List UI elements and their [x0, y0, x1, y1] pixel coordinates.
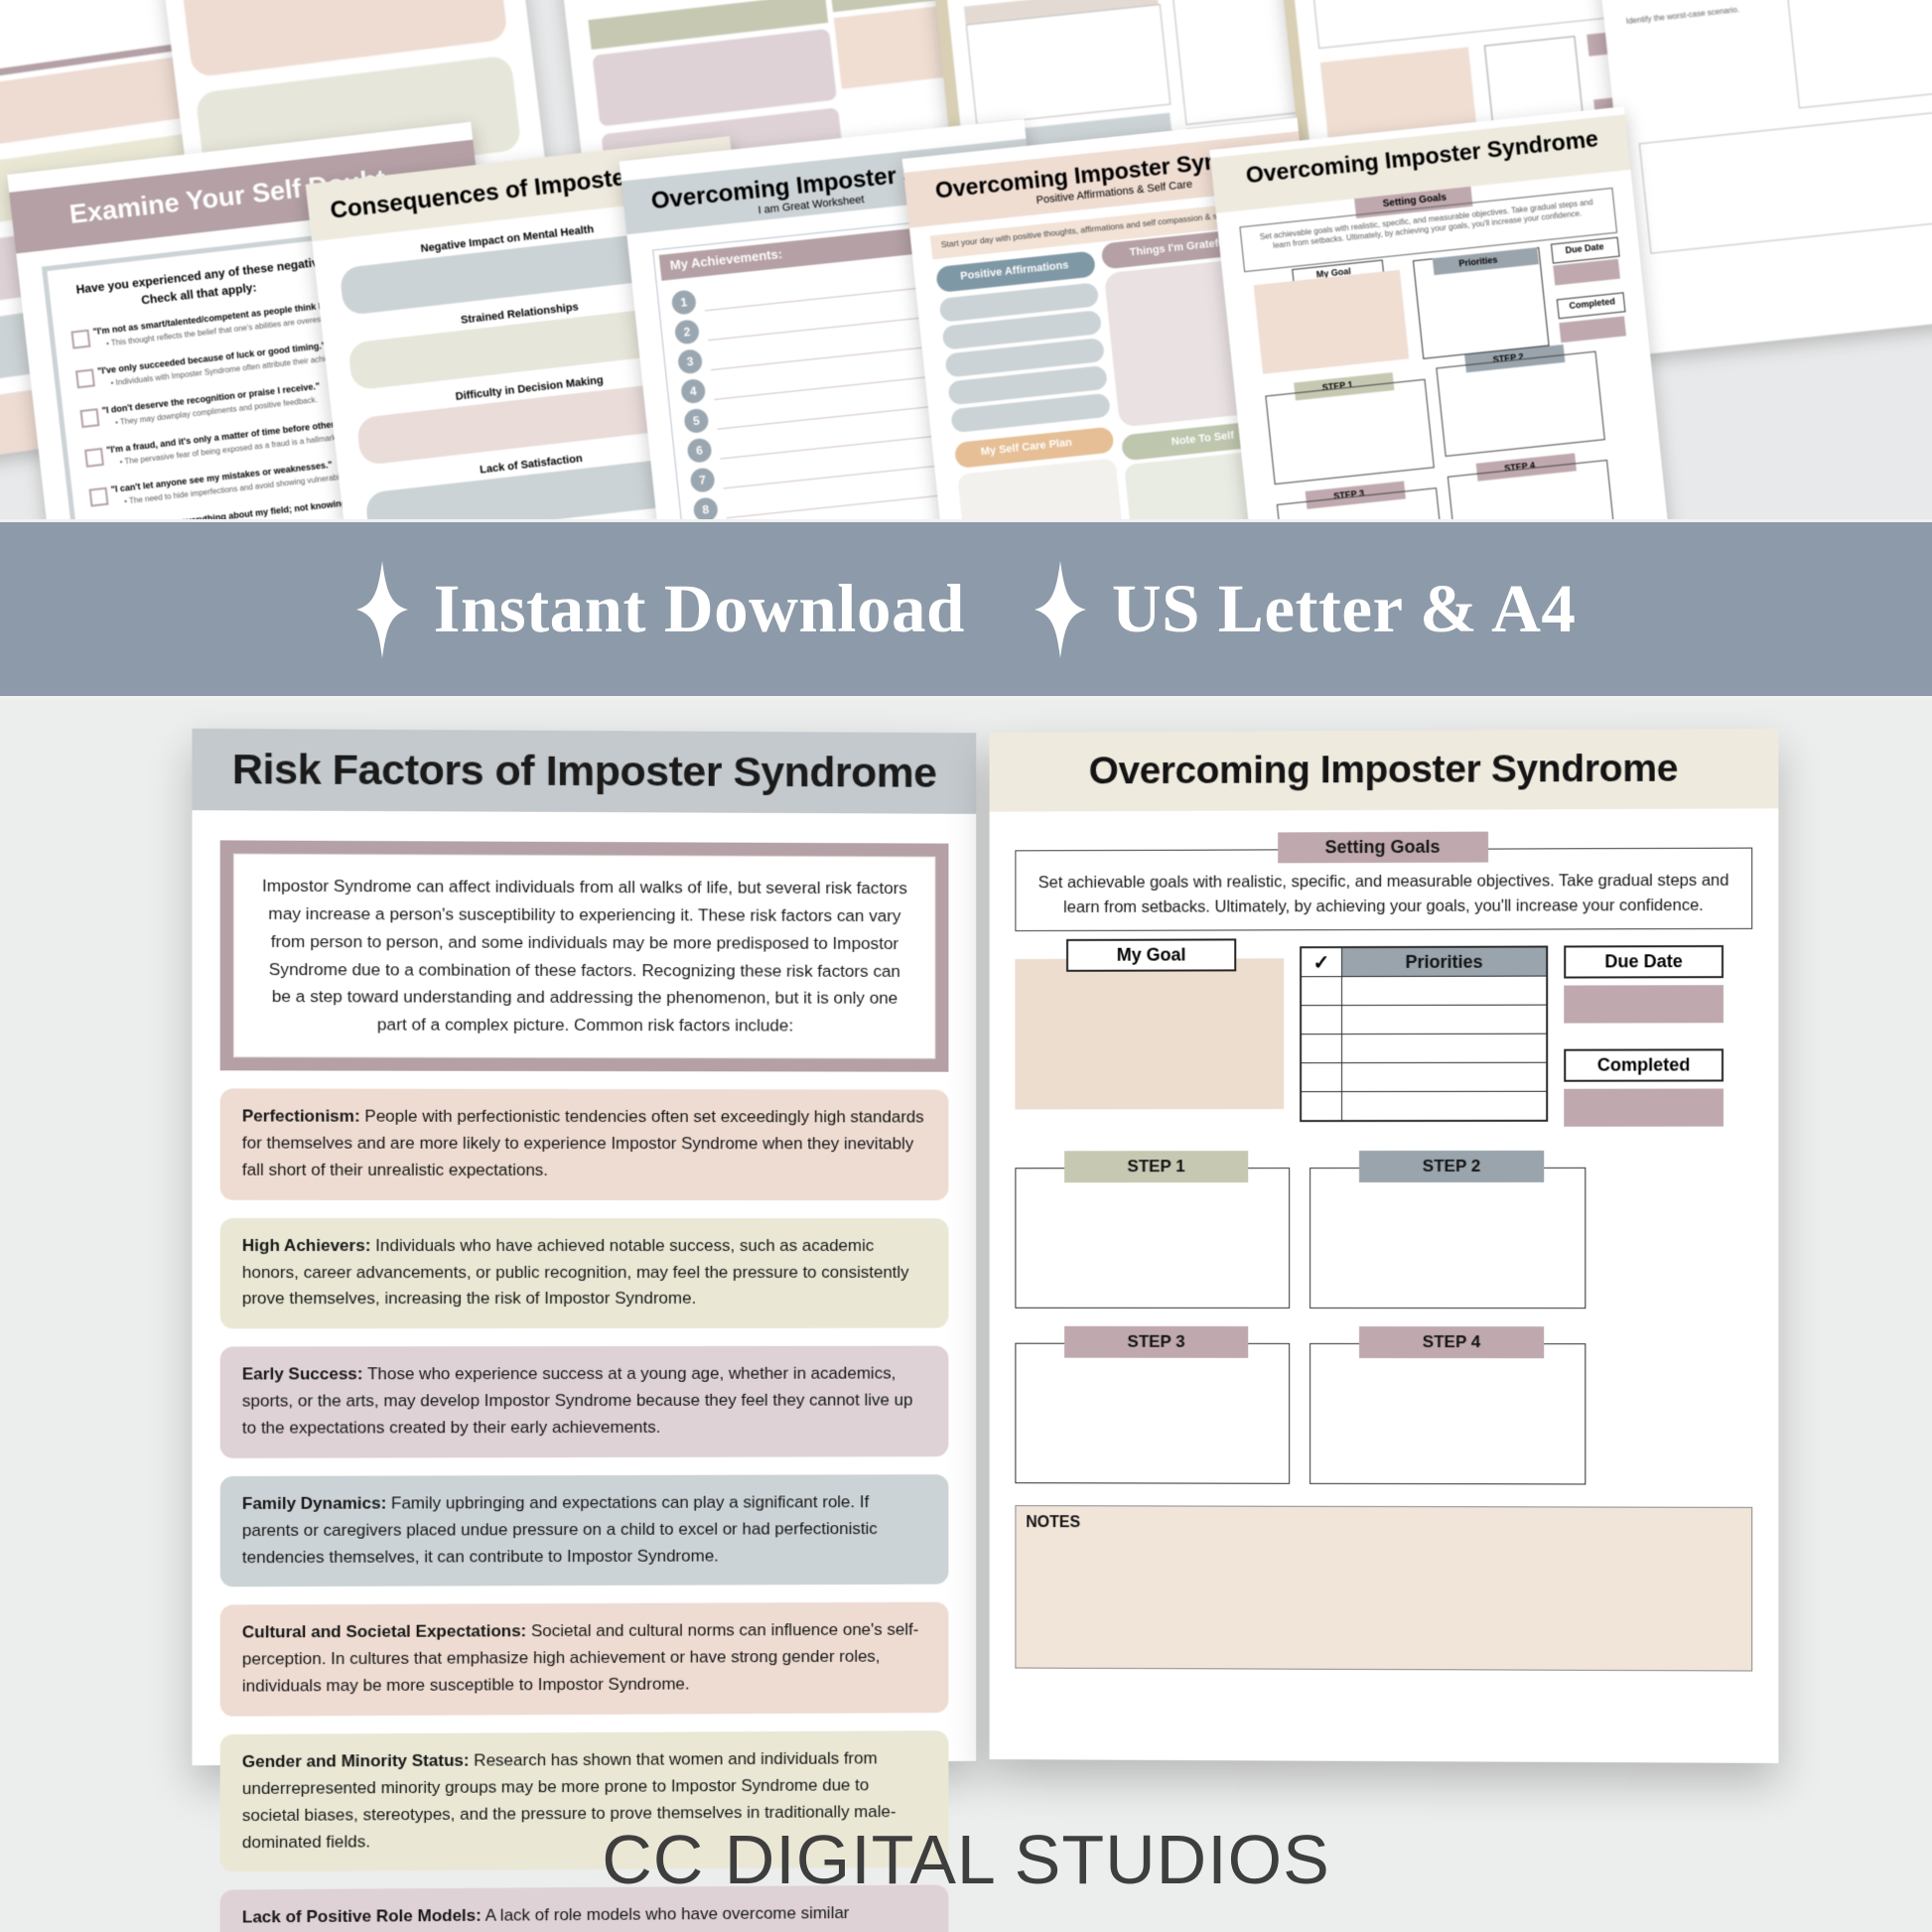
risk-factor-term: Perfectionism:	[242, 1107, 360, 1126]
worksheet-spread: Risk Factors of Imposter Syndrome Impost…	[0, 695, 1932, 1767]
risk-factor-item: Cultural and Societal Expectations: Soci…	[220, 1602, 949, 1717]
priority-input[interactable]	[1342, 1091, 1548, 1121]
due-date-input[interactable]	[1564, 985, 1724, 1023]
product-mockup: Examples Which Type Am I? There thoughts…	[0, 0, 1932, 1932]
priority-input[interactable]	[1342, 1005, 1548, 1034]
page-risk-factors: Risk Factors of Imposter Syndrome Impost…	[192, 729, 976, 1765]
my-goal-label: My Goal	[1066, 939, 1236, 972]
step-label: STEP 2	[1359, 1151, 1544, 1182]
steps-grid: STEP 1 STEP 2 STEP 3 STEP 4	[1015, 1151, 1752, 1485]
collage-sheet-setting-goals: Overcoming Imposter Syndrome Setting Goa…	[1209, 106, 1670, 521]
priorities-table[interactable]: ✓ Priorities	[1300, 946, 1548, 1123]
priority-checkbox[interactable]	[1301, 1063, 1341, 1092]
left-page-header: Risk Factors of Imposter Syndrome	[192, 729, 976, 814]
left-page-body: Impostor Syndrome can affect individuals…	[192, 810, 976, 1932]
risk-factor-item: Early Success: Those who experience succ…	[220, 1346, 949, 1458]
table-row[interactable]	[1301, 1034, 1547, 1062]
priority-checkbox[interactable]	[1301, 1006, 1341, 1035]
completed-input[interactable]	[1564, 1089, 1724, 1127]
risk-factor-term: High Achievers:	[242, 1236, 371, 1255]
due-date-block: Due Date Completed	[1564, 945, 1724, 1127]
section-title-setting-goals: Setting Goals	[1278, 832, 1488, 864]
step-input[interactable]	[1310, 1168, 1586, 1309]
step-input[interactable]	[1015, 1168, 1290, 1309]
priority-input[interactable]	[1342, 976, 1548, 1006]
risk-factor-term: Early Success:	[242, 1365, 363, 1384]
right-page-body: Setting Goals Set achievable goals with …	[990, 808, 1779, 1671]
risk-factor-term: Cultural and Societal Expectations:	[242, 1622, 526, 1642]
step-block-3: STEP 3	[1015, 1326, 1290, 1484]
page-title: Risk Factors of Imposter Syndrome	[232, 746, 937, 798]
notes-label: NOTES	[1026, 1514, 1080, 1531]
priorities-header: Priorities	[1342, 947, 1548, 977]
table-header-row: ✓ Priorities	[1301, 947, 1547, 977]
priority-input[interactable]	[1342, 1034, 1548, 1062]
step-label: STEP 4	[1359, 1326, 1544, 1358]
step-label: STEP 3	[1064, 1326, 1248, 1358]
priority-checkbox[interactable]	[1301, 977, 1341, 1006]
intro-frame: Impostor Syndrome can affect individuals…	[220, 840, 949, 1071]
goal-row: My Goal ✓ Priorities Due Date Completed	[1015, 945, 1752, 1127]
worksheet-collage: Examples Which Type Am I? There thoughts…	[0, 0, 1932, 521]
notes-area[interactable]: NOTES	[1015, 1505, 1752, 1671]
table-row[interactable]	[1301, 976, 1547, 1006]
step-block-4: STEP 4	[1310, 1326, 1586, 1485]
banner-label-instant-download: Instant Download	[434, 575, 965, 643]
my-goal-block: My Goal	[1015, 946, 1284, 1109]
sparkle-icon	[356, 561, 408, 658]
right-page-header: Overcoming Imposter Syndrome	[990, 729, 1779, 812]
risk-factor-term: Family Dynamics:	[242, 1493, 386, 1512]
brand-name: CC DIGITAL STUDIOS	[602, 1820, 1330, 1899]
sparkle-icon	[1035, 561, 1086, 658]
table-row[interactable]	[1301, 1005, 1547, 1035]
intro-text: Impostor Syndrome can affect individuals…	[233, 853, 936, 1058]
banner-item-instant-download: Instant Download	[356, 561, 965, 658]
risk-factor-term: Gender and Minority Status:	[242, 1751, 470, 1771]
page-overcoming: Overcoming Imposter Syndrome Setting Goa…	[990, 729, 1779, 1763]
table-row[interactable]	[1301, 1091, 1547, 1121]
promo-banner: Instant Download US Letter & A4	[0, 519, 1932, 699]
page-title: Overcoming Imposter Syndrome	[1089, 748, 1678, 794]
banner-label-us-letter-a4: US Letter & A4	[1112, 575, 1577, 643]
my-goal-input[interactable]	[1015, 958, 1284, 1109]
banner-item-us-letter-a4: US Letter & A4	[1035, 561, 1577, 658]
due-date-label: Due Date	[1564, 945, 1724, 979]
priorities-check-header: ✓	[1301, 947, 1341, 977]
step-block-1: STEP 1	[1015, 1151, 1290, 1309]
priority-checkbox[interactable]	[1301, 1092, 1341, 1122]
risk-factor-item: Perfectionism: People with perfectionist…	[220, 1089, 949, 1200]
completed-label: Completed	[1564, 1049, 1724, 1082]
table-row[interactable]	[1301, 1062, 1547, 1091]
step-label: STEP 1	[1064, 1151, 1248, 1182]
risk-factor-item: High Achievers: Individuals who have ach…	[220, 1218, 949, 1329]
step-block-2: STEP 2	[1310, 1151, 1586, 1309]
step-input[interactable]	[1310, 1343, 1586, 1485]
priority-input[interactable]	[1342, 1062, 1548, 1091]
risk-factor-item: Family Dynamics: Family upbringing and e…	[220, 1474, 949, 1587]
brand-footer: CC DIGITAL STUDIOS	[0, 1787, 1932, 1932]
step-input[interactable]	[1015, 1343, 1290, 1484]
priority-checkbox[interactable]	[1301, 1035, 1341, 1063]
